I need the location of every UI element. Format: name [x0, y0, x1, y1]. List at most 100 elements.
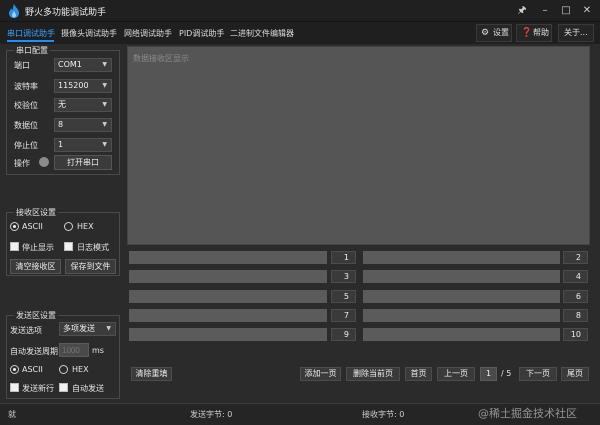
tab-binary-editor[interactable]: 二进制文件编辑器 — [230, 28, 294, 39]
send-button-5[interactable]: 5 — [331, 290, 356, 303]
port-value: COM1 — [58, 60, 82, 69]
delete-page-button[interactable]: 删除当前页 — [346, 367, 400, 381]
stopbits-label: 停止位 — [14, 141, 38, 150]
recv-hex-label: HEX — [77, 222, 94, 231]
recv-settings-title: 接收区设置 — [14, 207, 58, 218]
send-button-1[interactable]: 1 — [331, 251, 356, 264]
send-input-10[interactable] — [363, 328, 560, 341]
stopbits-select[interactable]: 1 ▼ — [54, 138, 112, 152]
flame-logo-icon — [9, 4, 19, 18]
window-title: 野火多功能调试助手 — [25, 8, 107, 18]
tab-camera[interactable]: 摄像头调试助手 — [61, 28, 117, 39]
databits-select[interactable]: 8 ▼ — [54, 118, 112, 132]
status-ready-text: 就 — [8, 410, 16, 419]
prev-page-button[interactable]: 上一页 — [437, 367, 475, 381]
period-unit-label: ms — [92, 346, 104, 355]
stopbits-value: 1 — [58, 140, 64, 149]
about-label: 关于... — [564, 28, 588, 37]
baud-value: 115200 — [58, 81, 89, 90]
auto-send-checkbox[interactable] — [59, 383, 68, 392]
send-input-5[interactable] — [129, 290, 327, 303]
chevron-down-icon: ▼ — [102, 61, 107, 68]
recv-ascii-label: ASCII — [22, 222, 43, 231]
log-mode-label: 日志模式 — [77, 243, 109, 252]
tab-pid[interactable]: PID调试助手 — [179, 28, 224, 39]
send-input-7[interactable] — [129, 309, 327, 322]
open-port-button[interactable]: 打开串口 — [54, 155, 112, 170]
send-option-value: 多项发送 — [63, 324, 95, 333]
send-input-9[interactable] — [129, 328, 327, 341]
send-button-9[interactable]: 9 — [331, 328, 356, 341]
add-page-button[interactable]: 添加一页 — [300, 367, 341, 381]
total-pages-label: / 5 — [501, 369, 512, 378]
active-tab-indicator — [7, 40, 54, 42]
send-button-7[interactable]: 7 — [331, 309, 356, 322]
operation-label: 操作 — [14, 159, 30, 168]
parity-label: 校验位 — [14, 101, 38, 110]
send-ascii-label: ASCII — [22, 365, 43, 374]
port-label: 端口 — [14, 61, 30, 70]
chevron-down-icon: ▼ — [106, 325, 111, 332]
send-hex-radio[interactable] — [59, 365, 68, 374]
chevron-down-icon: ▼ — [102, 82, 107, 89]
recv-ascii-radio[interactable] — [10, 222, 19, 231]
settings-button[interactable]: ⚙ 设置 — [476, 24, 512, 42]
settings-label: 设置 — [493, 28, 509, 37]
clear-rewrite-button[interactable]: 清除重填 — [131, 367, 172, 381]
send-input-4[interactable] — [363, 270, 560, 283]
last-page-button[interactable]: 尾页 — [561, 367, 589, 381]
auto-period-label: 自动发送周期 — [10, 347, 58, 356]
send-input-6[interactable] — [363, 290, 560, 303]
send-button-4[interactable]: 4 — [563, 270, 588, 283]
auto-period-input[interactable] — [59, 343, 89, 357]
tab-network[interactable]: 网络调试助手 — [124, 28, 172, 39]
send-button-2[interactable]: 2 — [563, 251, 588, 264]
help-button[interactable]: ❓ 帮助 — [516, 24, 552, 42]
send-option-label: 发送选项 — [10, 326, 42, 335]
help-label: 帮助 — [533, 28, 549, 37]
save-to-file-button[interactable]: 保存到文件 — [65, 259, 116, 274]
send-button-6[interactable]: 6 — [563, 290, 588, 303]
clear-recv-button[interactable]: 清空接收区 — [10, 259, 61, 274]
send-button-8[interactable]: 8 — [563, 309, 588, 322]
question-icon: ❓ — [521, 28, 533, 38]
current-page-input[interactable]: 1 — [480, 367, 497, 381]
databits-value: 8 — [58, 120, 64, 129]
send-ascii-radio[interactable] — [10, 365, 19, 374]
stop-display-checkbox[interactable] — [10, 242, 19, 251]
send-option-select[interactable]: 多项发送 ▼ — [59, 322, 116, 336]
tab-serial[interactable]: 串口调试助手 — [7, 28, 55, 39]
watermark-text: @稀土掘金技术社区 — [478, 407, 577, 420]
parity-value: 无 — [58, 100, 66, 109]
log-mode-checkbox[interactable] — [64, 242, 73, 251]
stop-display-label: 停止显示 — [22, 243, 54, 252]
send-input-2[interactable] — [363, 251, 560, 264]
send-newline-checkbox[interactable] — [10, 383, 19, 392]
send-input-3[interactable] — [129, 270, 327, 283]
send-input-1[interactable] — [129, 251, 327, 264]
receive-area-placeholder: 数据接收区显示 — [133, 54, 189, 63]
send-button-10[interactable]: 10 — [563, 328, 588, 341]
send-input-8[interactable] — [363, 309, 560, 322]
sent-bytes-counter: 发送字节: 0 — [190, 410, 233, 419]
send-hex-label: HEX — [72, 365, 89, 374]
recv-hex-radio[interactable] — [64, 222, 73, 231]
chevron-down-icon: ▼ — [102, 121, 107, 128]
recv-bytes-counter: 接收字节: 0 — [362, 410, 405, 419]
about-button[interactable]: 关于... — [558, 24, 594, 42]
send-button-3[interactable]: 3 — [331, 270, 356, 283]
chevron-down-icon: ▼ — [102, 101, 107, 108]
baud-select[interactable]: 115200 ▼ — [54, 79, 112, 93]
minimize-icon[interactable]: – — [536, 3, 554, 19]
pin-icon[interactable]: 🖈 — [513, 3, 531, 19]
auto-send-label: 自动发送 — [72, 384, 104, 393]
maximize-icon[interactable]: □ — [557, 3, 575, 19]
next-page-button[interactable]: 下一页 — [519, 367, 557, 381]
close-icon[interactable]: ✕ — [578, 3, 596, 19]
port-select[interactable]: COM1 ▼ — [54, 58, 112, 72]
receive-area[interactable] — [127, 46, 590, 245]
first-page-button[interactable]: 首页 — [405, 367, 432, 381]
databits-label: 数据位 — [14, 121, 38, 130]
gear-icon: ⚙ — [481, 28, 490, 38]
parity-select[interactable]: 无 ▼ — [54, 98, 112, 112]
